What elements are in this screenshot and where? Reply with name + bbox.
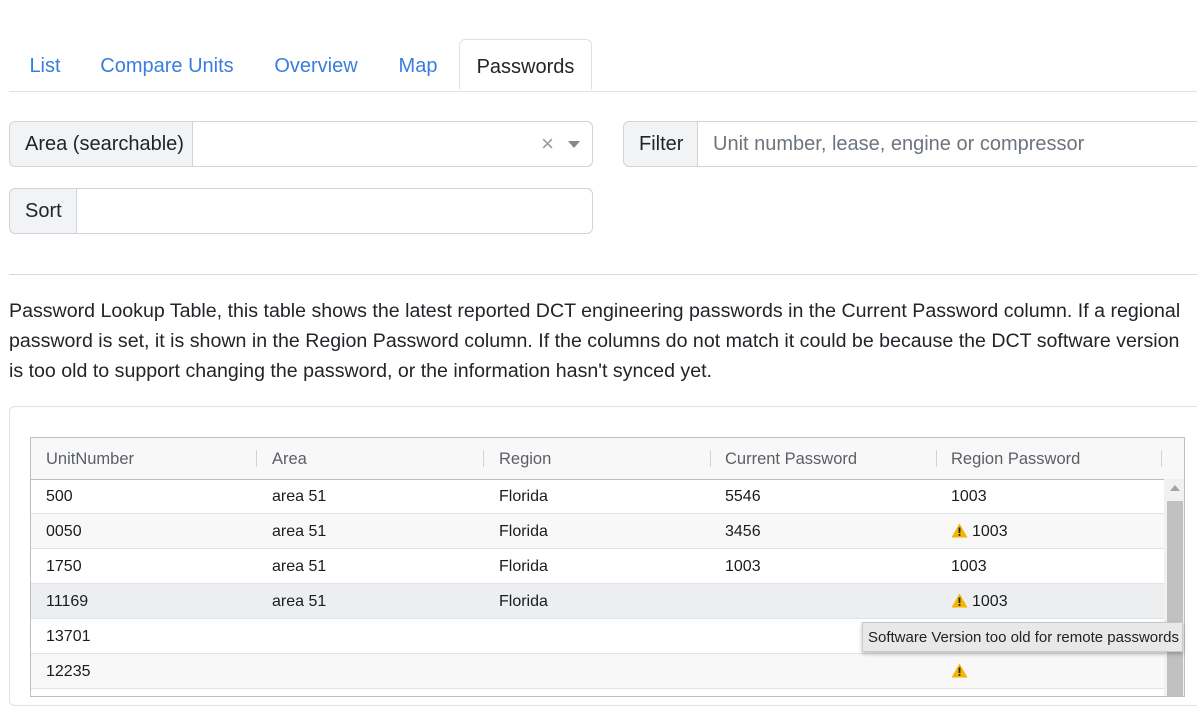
cell-unitnumber[interactable]: 13701 (31, 619, 257, 653)
grid-header: UnitNumber Area Region Current Password … (31, 438, 1184, 480)
warning-triangle-icon[interactable] (951, 523, 968, 538)
cell-area[interactable]: area 51 (257, 549, 484, 583)
column-header-unitnumber[interactable]: UnitNumber (31, 438, 257, 479)
cell-region-password[interactable]: 1003 (936, 549, 1162, 583)
cell-region-password[interactable]: 1003 (936, 479, 1162, 513)
cell-region[interactable]: Florida (484, 584, 710, 618)
close-icon[interactable]: × (541, 122, 554, 166)
table-row[interactable]: 500 area 51 Florida 5546 1003 (31, 479, 1164, 514)
cell-current-password-text: 3456 (725, 523, 761, 540)
cell-unitnumber[interactable]: 11169 (31, 584, 257, 618)
table-row[interactable]: 11169 area 51 Florida 1003 (31, 584, 1164, 619)
cell-current-password-text: 1003 (725, 558, 761, 575)
cell-region-password-text: 1003 (972, 593, 1008, 610)
cell-unitnumber-text: 500 (46, 488, 73, 505)
cell-unitnumber-text: 11169 (46, 593, 89, 610)
cell-region-password[interactable]: 1003 (936, 584, 1162, 618)
cell-area[interactable] (257, 654, 484, 688)
cell-current-password[interactable] (710, 584, 936, 618)
cell-unitnumber[interactable]: 0050 (31, 514, 257, 548)
cell-region-text: Florida (499, 523, 548, 540)
tab-passwords[interactable]: Passwords (459, 39, 592, 90)
cell-area-text: area 51 (272, 558, 327, 575)
tab-compare-units[interactable]: Compare Units (91, 39, 243, 90)
cell-region[interactable]: Florida (484, 514, 710, 548)
cell-region[interactable] (484, 619, 710, 653)
cell-region[interactable] (484, 654, 710, 688)
cell-region-password[interactable]: 1003 (936, 514, 1162, 548)
cell-current-password[interactable]: 5546 (710, 479, 936, 513)
tab-overview[interactable]: Overview (265, 39, 367, 90)
cell-area[interactable]: area 51 (257, 479, 484, 513)
table-row[interactable]: 12235 (31, 654, 1164, 689)
cell-region[interactable]: Florida (484, 479, 710, 513)
filter-label: Filter (623, 121, 698, 167)
column-separator[interactable] (1161, 450, 1162, 467)
cell-region-password-text: 1003 (951, 488, 987, 505)
password-grid: UnitNumber Area Region Current Password … (30, 437, 1185, 697)
cell-region-password-text: 1003 (972, 523, 1008, 540)
tab-map[interactable]: Map (389, 39, 447, 90)
column-header-region-password[interactable]: Region Password (936, 438, 1162, 479)
column-header-region[interactable]: Region (484, 438, 710, 479)
filter-input[interactable]: Unit number, lease, engine or compressor (697, 121, 1197, 167)
cell-area[interactable]: area 51 (257, 514, 484, 548)
cell-region-text: Florida (499, 593, 548, 610)
column-header-current-password[interactable]: Current Password (710, 438, 936, 479)
vertical-scrollbar[interactable] (1164, 479, 1184, 696)
cell-region[interactable]: Florida (484, 549, 710, 583)
scroll-up-arrow-icon[interactable] (1170, 485, 1180, 491)
cell-current-password[interactable] (710, 654, 936, 688)
scrollbar-thumb[interactable] (1167, 501, 1183, 696)
text-filter-group: Filter Unit number, lease, engine or com… (623, 121, 1197, 167)
tab-list[interactable]: List (17, 39, 73, 90)
cell-region-text: Florida (499, 558, 548, 575)
cell-area-text: area 51 (272, 488, 327, 505)
area-label: Area (searchable) (9, 121, 193, 167)
password-table-description: Password Lookup Table, this table shows … (9, 300, 1181, 382)
table-row[interactable]: 1750 area 51 Florida 1003 1003 (31, 549, 1164, 584)
column-header-area[interactable]: Area (257, 438, 484, 479)
table-row[interactable]: 0050 area 51 Florida 3456 1003 (31, 514, 1164, 549)
sort-label: Sort (9, 188, 77, 234)
chevron-down-icon[interactable] (568, 141, 580, 148)
cell-unitnumber-text: 1750 (46, 558, 82, 575)
warning-triangle-icon[interactable] (951, 593, 968, 608)
tooltip: Software Version too old for remote pass… (862, 622, 1183, 652)
area-select[interactable]: × (192, 121, 593, 167)
cell-region-password-text: 1003 (951, 558, 987, 575)
sort-group: Sort (9, 188, 593, 234)
cell-current-password-text: 5546 (725, 488, 761, 505)
divider (9, 274, 1197, 275)
cell-unitnumber[interactable]: 500 (31, 479, 257, 513)
area-filter-group: Area (searchable) × (9, 121, 593, 167)
cell-area[interactable] (257, 619, 484, 653)
cell-unitnumber-text: 0050 (46, 523, 82, 540)
cell-unitnumber[interactable]: 12235 (31, 654, 257, 688)
cell-unitnumber-text: 12235 (46, 663, 91, 680)
cell-area-text: area 51 (272, 593, 327, 610)
cell-area[interactable]: area 51 (257, 584, 484, 618)
cell-current-password[interactable]: 1003 (710, 549, 936, 583)
cell-region-password[interactable] (936, 654, 1162, 688)
cell-region-text: Florida (499, 488, 548, 505)
cell-unitnumber-text: 13701 (46, 628, 91, 645)
sort-select[interactable] (76, 188, 593, 234)
cell-current-password[interactable]: 3456 (710, 514, 936, 548)
warning-triangle-icon[interactable] (951, 663, 968, 678)
cell-area-text: area 51 (272, 523, 327, 540)
cell-unitnumber[interactable]: 1750 (31, 549, 257, 583)
tab-bar: List Compare Units Overview Map Password… (9, 39, 1197, 92)
